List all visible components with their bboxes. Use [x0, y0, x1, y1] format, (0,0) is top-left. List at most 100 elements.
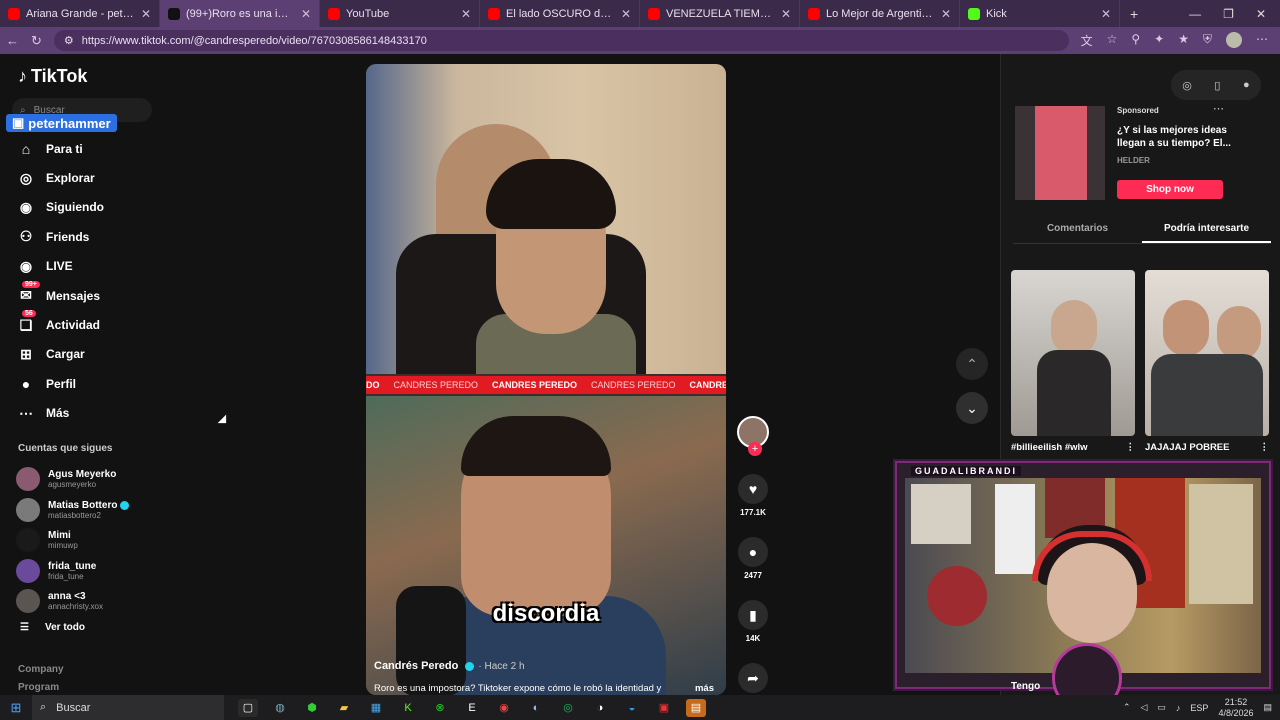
footer-program[interactable]: Program — [18, 682, 59, 693]
sidebar-item-siguiendo[interactable]: ◉ Siguiendo — [16, 193, 104, 222]
share-button[interactable]: ➦ — [738, 663, 768, 693]
steam-like-icon[interactable]: ◍ — [270, 699, 290, 717]
browser-tab[interactable]: VENEZUELA TIEMBLA: los héroes d ✕ — [640, 0, 800, 27]
favorites-icon[interactable]: ★ — [1178, 32, 1189, 49]
language-indicator[interactable]: ESP — [1190, 703, 1208, 713]
xbox-icon[interactable]: ⊗ — [430, 699, 450, 717]
kick-icon[interactable]: K — [398, 699, 418, 717]
more-link[interactable]: más — [695, 683, 714, 694]
sound-icon[interactable]: ♪ — [1176, 703, 1181, 713]
sidebar-item-live[interactable]: ◉ LIVE — [16, 252, 104, 281]
close-icon[interactable]: ✕ — [781, 7, 791, 21]
video-author[interactable]: Candrés Peredo · Hace 2 h — [374, 660, 525, 672]
edge-icon[interactable]: ◒ — [622, 699, 642, 717]
shop-now-button[interactable]: Shop now — [1117, 180, 1223, 199]
device-icon[interactable]: ▯ — [1214, 79, 1220, 92]
user-avatar[interactable]: ● — [1243, 79, 1250, 91]
sidebar-item-explorar[interactable]: ◎ Explorar — [16, 163, 104, 192]
sidebar-item-friends[interactable]: ⚇ Friends — [16, 222, 104, 251]
follow-plus-icon[interactable]: + — [748, 442, 762, 456]
windows-start-icon[interactable]: ⊞ — [0, 700, 32, 716]
profile-avatar[interactable] — [1226, 32, 1242, 48]
puzzle-icon[interactable]: ✦ — [1154, 32, 1164, 49]
sidebar-item-cargar[interactable]: ⊞ Cargar — [16, 340, 104, 369]
previous-video-button[interactable]: ⌃ — [956, 348, 988, 380]
next-video-button[interactable]: ⌄ — [956, 392, 988, 424]
app-icon[interactable]: ▣ — [654, 699, 674, 717]
browser-tab[interactable]: Ariana Grande - petal (official lyric ✕ — [0, 0, 160, 27]
chevron-up-icon[interactable]: ⌃ — [1123, 702, 1131, 713]
sidebar-item-perfil[interactable]: ● Perfil — [16, 369, 104, 398]
more-icon[interactable]: ⋮ — [1126, 442, 1136, 453]
site-info-icon[interactable]: ⚙ — [64, 34, 74, 47]
volume-icon[interactable]: ◁ — [1140, 702, 1147, 713]
notification-icon[interactable]: ▤ — [1263, 702, 1272, 713]
creator-avatar[interactable]: + — [737, 416, 769, 456]
comment-button[interactable]: ● — [738, 537, 768, 567]
close-window-icon[interactable]: ✕ — [1256, 7, 1266, 21]
suggested-video-thumb[interactable] — [1011, 270, 1135, 436]
browser-tab[interactable]: (99+)Roro es una impostora? ✕ — [160, 0, 320, 27]
clock[interactable]: 21:52 4/8/2026 — [1218, 697, 1253, 719]
close-icon[interactable]: ✕ — [941, 7, 951, 21]
cube-icon[interactable]: ⬢ — [302, 699, 322, 717]
footer-company[interactable]: Company — [18, 664, 64, 675]
browser-tab[interactable]: YouTube ✕ — [320, 0, 480, 27]
taskbar-search[interactable]: ⌕ Buscar — [32, 695, 224, 720]
back-icon[interactable]: ← — [6, 33, 19, 48]
tab-comments[interactable]: Comentarios — [1013, 218, 1142, 243]
network-icon[interactable]: ▭ — [1157, 702, 1166, 713]
star-icon[interactable]: ☆ — [1107, 32, 1118, 49]
close-icon[interactable]: ✕ — [301, 7, 311, 21]
video-player[interactable]: DO CANDRES PEREDO CANDRES PEREDO CANDRES PE… — [366, 64, 726, 695]
github-icon[interactable]: ◑ — [590, 699, 610, 717]
shield-icon[interactable]: ⛨ — [1203, 32, 1212, 49]
close-icon[interactable]: ✕ — [1101, 7, 1111, 21]
tiktok-logo[interactable]: ♪ TikTok — [18, 66, 87, 87]
spotify-icon[interactable]: ◎ — [558, 699, 578, 717]
menu-icon[interactable]: ⋯ — [1256, 32, 1268, 49]
browser-tab[interactable]: El lado OSCURO de LATINOAMÉRI ✕ — [480, 0, 640, 27]
save-button[interactable]: ▮ — [738, 600, 768, 630]
reload-icon[interactable]: ↻ — [31, 33, 42, 49]
following-account[interactable]: anna <3 annachristy.xox — [16, 586, 129, 617]
like-button[interactable]: ♥ — [738, 474, 768, 504]
suggested-caption[interactable]: JAJAJAJ POBREE ⋮ — [1145, 442, 1269, 453]
maximize-icon[interactable]: ❐ — [1223, 7, 1234, 21]
ad-more-icon[interactable]: ⋯ — [1213, 102, 1224, 115]
suggested-caption[interactable]: #billieeilish #wlw ⋮ — [1011, 442, 1135, 453]
sidebar-item-parati[interactable]: ⌂ Para ti — [16, 134, 104, 163]
ad-image[interactable] — [1015, 106, 1105, 200]
ticker-text: DO — [366, 380, 380, 390]
store-icon[interactable]: ▦ — [366, 699, 386, 717]
translate-icon[interactable]: 文 — [1081, 32, 1093, 49]
suggested-video-thumb[interactable] — [1145, 270, 1269, 436]
sidebar-item-mensajes[interactable]: ✉ 99+ Mensajes — [16, 280, 104, 310]
see-all-button[interactable]: ☰ Ver todo — [20, 622, 85, 633]
tab-suggested[interactable]: Podría interesarte — [1142, 218, 1271, 243]
following-account[interactable]: Matias Bottero matiasbottero2 — [16, 495, 130, 526]
sidebar-item-actividad[interactable]: ❏ 56 Actividad — [16, 310, 104, 339]
browser-icon[interactable]: ◉ — [494, 699, 514, 717]
minimize-icon[interactable]: — — [1189, 7, 1201, 21]
epic-icon[interactable]: E — [462, 699, 482, 717]
close-icon[interactable]: ✕ — [141, 7, 151, 21]
following-account[interactable]: frida_tune frida_tune — [16, 556, 129, 587]
extensions-icon[interactable]: ⚲ — [1131, 32, 1140, 49]
folder-icon[interactable]: ▰ — [334, 699, 354, 717]
sidebar-item-ms[interactable]: ⋯ Más — [16, 399, 104, 428]
following-account[interactable]: Agus Meyerko agusmeyerko — [16, 464, 129, 495]
more-icon[interactable]: ⋮ — [1260, 442, 1270, 453]
following-account[interactable]: Mimi mimuwp — [16, 525, 129, 556]
active-app-icon[interactable]: ▤ — [686, 698, 706, 717]
steam-icon[interactable]: ◐ — [526, 699, 546, 717]
browser-tab[interactable]: Kick ✕ — [960, 0, 1120, 27]
new-tab-button[interactable]: + — [1120, 6, 1148, 22]
close-icon[interactable]: ✕ — [461, 7, 471, 21]
url-field[interactable]: ⚙ https://www.tiktok.com/@candresperedo/… — [53, 30, 1069, 51]
gauge-icon[interactable]: ◎ — [1182, 79, 1192, 92]
chevron-up-icon: ⌃ — [966, 355, 978, 372]
browser-tab[interactable]: Lo Mejor de Argentina en el Mund ✕ — [800, 0, 960, 27]
task-view-icon[interactable]: ▢ — [238, 698, 258, 717]
close-icon[interactable]: ✕ — [621, 7, 631, 21]
